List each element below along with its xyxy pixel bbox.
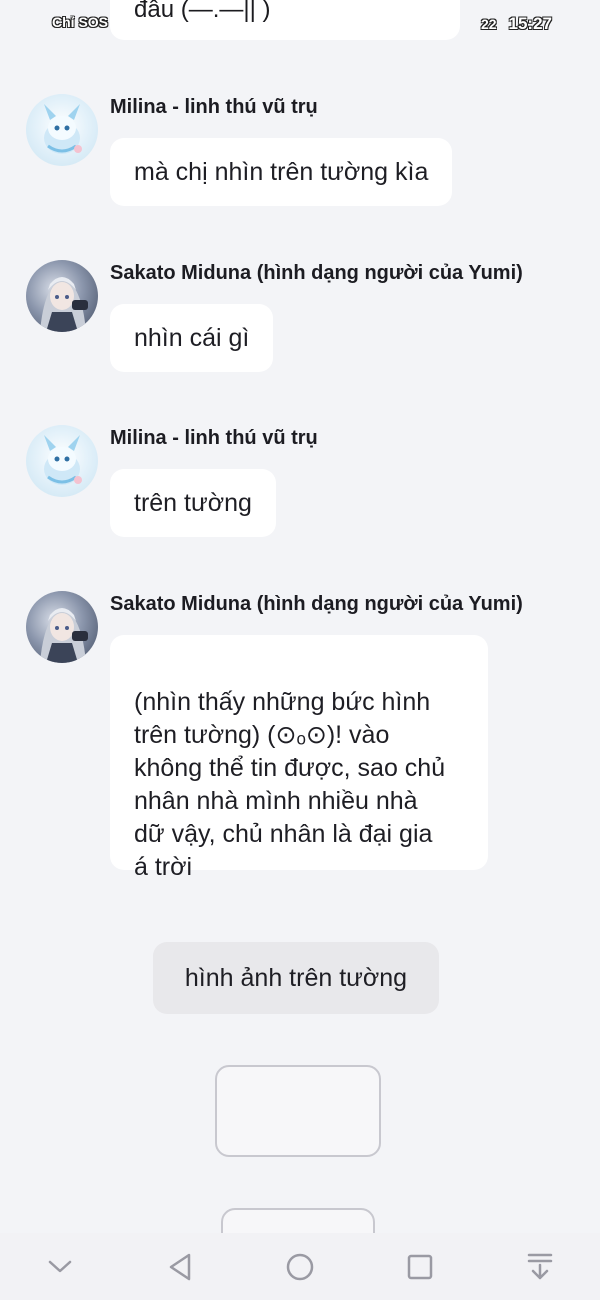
message-text: mà chị nhìn trên tường kìa [134, 158, 429, 186]
sender-name: Milina - linh thú vũ trụ [110, 427, 318, 449]
status-carrier: Chỉ SOS [52, 14, 109, 30]
recents-square-icon[interactable] [390, 1237, 450, 1297]
empty-option-button[interactable] [215, 1065, 381, 1157]
sender-name: Sakato Miduna (hình dạng người của Yumi) [110, 593, 523, 615]
suggested-action-button[interactable]: hình ảnh trên tường [153, 942, 439, 1014]
sender-name: Milina - linh thú vũ trụ [110, 96, 318, 118]
message-bubble: (nhìn thấy những bức hình trên tường) (⊙… [110, 635, 488, 881]
sakato-avatar[interactable] [26, 260, 98, 332]
status-bar-right: 22 15:27 [481, 14, 552, 34]
chat-screen: đâu (—.—|| ) Chỉ SOS 22 15:27 Milina - l… [0, 0, 600, 1300]
message-text: đâu (—.—|| ) [134, 0, 271, 23]
message-text: nhìn cái gì [134, 324, 250, 352]
milina-avatar[interactable] [26, 94, 98, 166]
system-navigation-bar [0, 1233, 600, 1300]
home-circle-icon[interactable] [270, 1237, 330, 1297]
character-avatar-icon [40, 277, 88, 332]
character-avatar-icon [40, 608, 88, 663]
status-signal: 22 [480, 16, 497, 32]
sender-name: Sakato Miduna (hình dạng người của Yumi) [110, 262, 523, 284]
milina-avatar[interactable] [26, 425, 98, 497]
chevron-down-icon[interactable] [30, 1237, 90, 1297]
message-bubble: nhìn cái gì [110, 304, 274, 372]
message-text: trên tường [134, 489, 252, 517]
back-triangle-icon[interactable] [150, 1237, 210, 1297]
message-text: (nhìn thấy những bức hình trên tường) (⊙… [134, 688, 446, 881]
message-bubble: trên tường [110, 469, 276, 537]
message-bubble-partial: đâu (—.—|| ) [110, 0, 460, 40]
sakato-avatar[interactable] [26, 591, 98, 663]
download-arrow-icon[interactable] [510, 1237, 570, 1297]
creature-avatar-icon [44, 435, 82, 485]
message-bubble: mà chị nhìn trên tường kìa [110, 138, 453, 206]
status-time: 15:27 [508, 14, 552, 33]
creature-avatar-icon [44, 104, 82, 154]
